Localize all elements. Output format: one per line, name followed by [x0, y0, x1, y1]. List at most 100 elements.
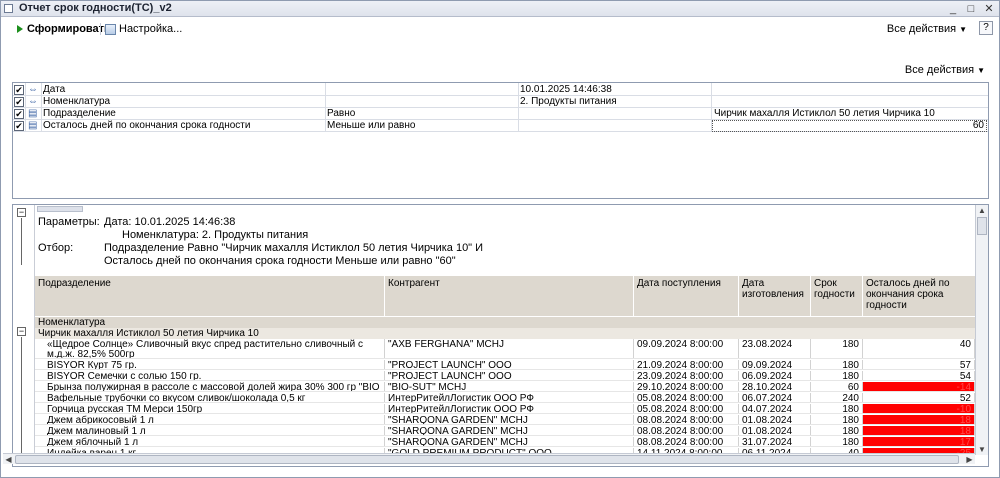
cell-received: 21.09.2024 8:00:00	[634, 360, 739, 369]
collapse-icon[interactable]: −	[17, 327, 26, 336]
filters-all-actions-menu[interactable]: Все действия ▼	[905, 64, 985, 76]
params-label: Параметры:	[38, 216, 100, 228]
filter-checkbox[interactable]: ✔	[14, 109, 24, 119]
table-row[interactable]: Джем абрикосовый 1 л "SHARQONA GARDEN" MC…	[35, 415, 975, 425]
table-row[interactable]: «Щедрое Солнце» Сливочный вкус спред рас…	[35, 339, 975, 359]
filter-name: Подразделение	[43, 108, 116, 119]
filter-name: Осталось дней по окончания срока годност…	[43, 120, 251, 131]
maximize-icon[interactable]: □	[965, 2, 977, 16]
cell-days-left: 54	[863, 371, 975, 380]
scroll-thumb[interactable]	[15, 455, 959, 464]
cell-counterparty: "AXB FERGHANA" MCHJ	[385, 339, 634, 358]
cell-manufactured: 23.08.2024	[739, 339, 811, 358]
filter-row-days-left[interactable]: ✔ ▤ Осталось дней по окончания срока год…	[13, 120, 988, 132]
filter-checkbox[interactable]: ✔	[14, 85, 24, 95]
filter-value[interactable]: 2. Продукты питания	[520, 96, 617, 108]
chevron-down-icon: ▼	[959, 25, 967, 34]
horizontal-scrollbar[interactable]: ◀ ▶	[3, 453, 975, 464]
cell-manufactured: 06.07.2024	[739, 393, 811, 402]
table-row[interactable]: Горчица русская ТМ Мерси 150гр ИнтерРитей…	[35, 404, 975, 414]
filter-value-input[interactable]: 60	[712, 120, 987, 132]
cell-received: 08.08.2024 8:00:00	[634, 415, 739, 424]
filter-value[interactable]: Чирчик махалля Истиклол 50 летия Чирчика…	[714, 108, 935, 120]
help-button[interactable]: ?	[979, 21, 993, 35]
params-date: Дата: 10.01.2025 14:46:38	[104, 216, 236, 228]
scroll-up-icon[interactable]: ▲	[976, 205, 988, 216]
table-row[interactable]: Вафельные трубочки со вкусом сливок/шоко…	[35, 393, 975, 403]
cell-received: 08.08.2024 8:00:00	[634, 437, 739, 446]
col-header-manufactured: Дата изготовления	[739, 276, 811, 316]
toolbar: Сформировать Настройка... Все действия ▼ …	[1, 19, 999, 39]
cell-shelf-life: 60	[811, 382, 863, 391]
cell-shelf-life: 180	[811, 415, 863, 424]
filter-comparison[interactable]: Равно	[327, 108, 355, 120]
filters-all-actions-label: Все действия	[904, 64, 975, 76]
table-row[interactable]: BISYOR Курт 75 гр. "PROJECT LAUNCH" OOO 21…	[35, 360, 975, 370]
cell-manufactured: 28.10.2024	[739, 382, 811, 391]
toolbar-separator	[100, 23, 101, 35]
table-row[interactable]: BISYOR Семечки с солью 150 гр. "PROJECT L…	[35, 371, 975, 381]
collapse-icon[interactable]: −	[17, 208, 26, 217]
cell-days-left: -10	[863, 404, 975, 413]
group-row[interactable]: Чирчик махалля Истиклол 50 летия Чирчика…	[35, 328, 975, 339]
cell-counterparty: "SHARQONA GARDEN" MCHJ	[385, 415, 634, 424]
filter-checkbox[interactable]: ✔	[14, 97, 24, 107]
window-controls: _ □ ✕	[947, 1, 995, 17]
cell-counterparty: "PROJECT LAUNCH" OOO	[385, 360, 634, 369]
scroll-left-icon[interactable]: ◀	[3, 454, 14, 465]
cell-shelf-life: 180	[811, 371, 863, 380]
cell-shelf-life: 240	[811, 393, 863, 402]
scroll-right-icon[interactable]: ▶	[964, 454, 975, 465]
play-icon	[17, 25, 23, 33]
cell-days-left: 52	[863, 393, 975, 402]
run-button-label: Сформировать	[27, 23, 111, 35]
filter-line-1: Подразделение Равно "Чирчик махалля Исти…	[104, 242, 484, 254]
chevron-down-icon: ▼	[977, 66, 985, 75]
cell-nomenclature: Джем абрикосовый 1 л	[35, 415, 385, 424]
filter-line-2: Осталось дней по окончания срока годност…	[104, 255, 456, 267]
run-button[interactable]: Сформировать	[17, 21, 111, 37]
grouping-strip: − −	[13, 205, 35, 455]
field-icon: ▤	[28, 120, 38, 131]
report-tab[interactable]	[37, 206, 83, 212]
filter-row-department[interactable]: ✔ ▤ Подразделение Равно Чирчик махалля И…	[13, 108, 988, 120]
cell-shelf-life: 180	[811, 339, 863, 358]
filter-name: Номенклатура	[43, 96, 111, 107]
filter-comparison[interactable]: Меньше или равно	[327, 120, 415, 132]
all-actions-menu[interactable]: Все действия ▼	[887, 23, 967, 35]
cell-received: 08.08.2024 8:00:00	[634, 426, 739, 435]
vertical-scrollbar[interactable]: ▲ ▼	[975, 205, 988, 455]
scroll-down-icon[interactable]: ▼	[976, 444, 988, 455]
range-icon: ⇔	[28, 84, 38, 95]
cell-shelf-life: 180	[811, 426, 863, 435]
table-row[interactable]: Джем яблочный 1 л "SHARQONA GARDEN" MCHJ 0…	[35, 437, 975, 447]
filter-checkbox[interactable]: ✔	[14, 121, 24, 131]
cell-received: 05.08.2024 8:00:00	[634, 404, 739, 413]
all-actions-label: Все действия	[886, 23, 957, 35]
cell-counterparty: "PROJECT LAUNCH" OOO	[385, 371, 634, 380]
close-icon[interactable]: ✕	[983, 2, 995, 16]
report-window: Отчет срок годности(ТС)_v2 _ □ ✕ Сформир…	[0, 0, 1000, 478]
cell-shelf-life: 180	[811, 437, 863, 446]
filter-value[interactable]: 10.01.2025 14:46:38	[520, 84, 612, 96]
col-header-received: Дата поступления	[634, 276, 739, 316]
window-icon	[4, 4, 13, 13]
field-icon: ▤	[28, 108, 38, 119]
col-header-counterparty: Контрагент	[385, 276, 634, 316]
cell-received: 23.09.2024 8:00:00	[634, 371, 739, 380]
col-header-nomenclature: Номенклатура	[35, 316, 975, 328]
filter-row-nomenclature[interactable]: ✔ ⇔ Номенклатура 2. Продукты питания	[13, 96, 988, 108]
cell-nomenclature: Вафельные трубочки со вкусом сливок/шоко…	[35, 393, 385, 402]
minimize-icon[interactable]: _	[947, 2, 959, 16]
settings-button[interactable]: Настройка...	[105, 21, 182, 37]
cell-days-left: 17	[863, 437, 975, 446]
cell-received: 09.09.2024 8:00:00	[634, 339, 739, 358]
cell-nomenclature: Горчица русская ТМ Мерси 150гр	[35, 404, 385, 413]
cell-days-left: 40	[863, 339, 975, 358]
table-row[interactable]: Джем малиновый 1 л "SHARQONA GARDEN" MCHJ…	[35, 426, 975, 436]
table-row[interactable]: Брынза полужирная в рассоле с массовой д…	[35, 382, 975, 392]
scroll-thumb[interactable]	[977, 217, 987, 235]
cell-days-left: 57	[863, 360, 975, 369]
cell-received: 29.10.2024 8:00:00	[634, 382, 739, 391]
filter-row-date[interactable]: ✔ ⇔ Дата 10.01.2025 14:46:38	[13, 84, 988, 96]
